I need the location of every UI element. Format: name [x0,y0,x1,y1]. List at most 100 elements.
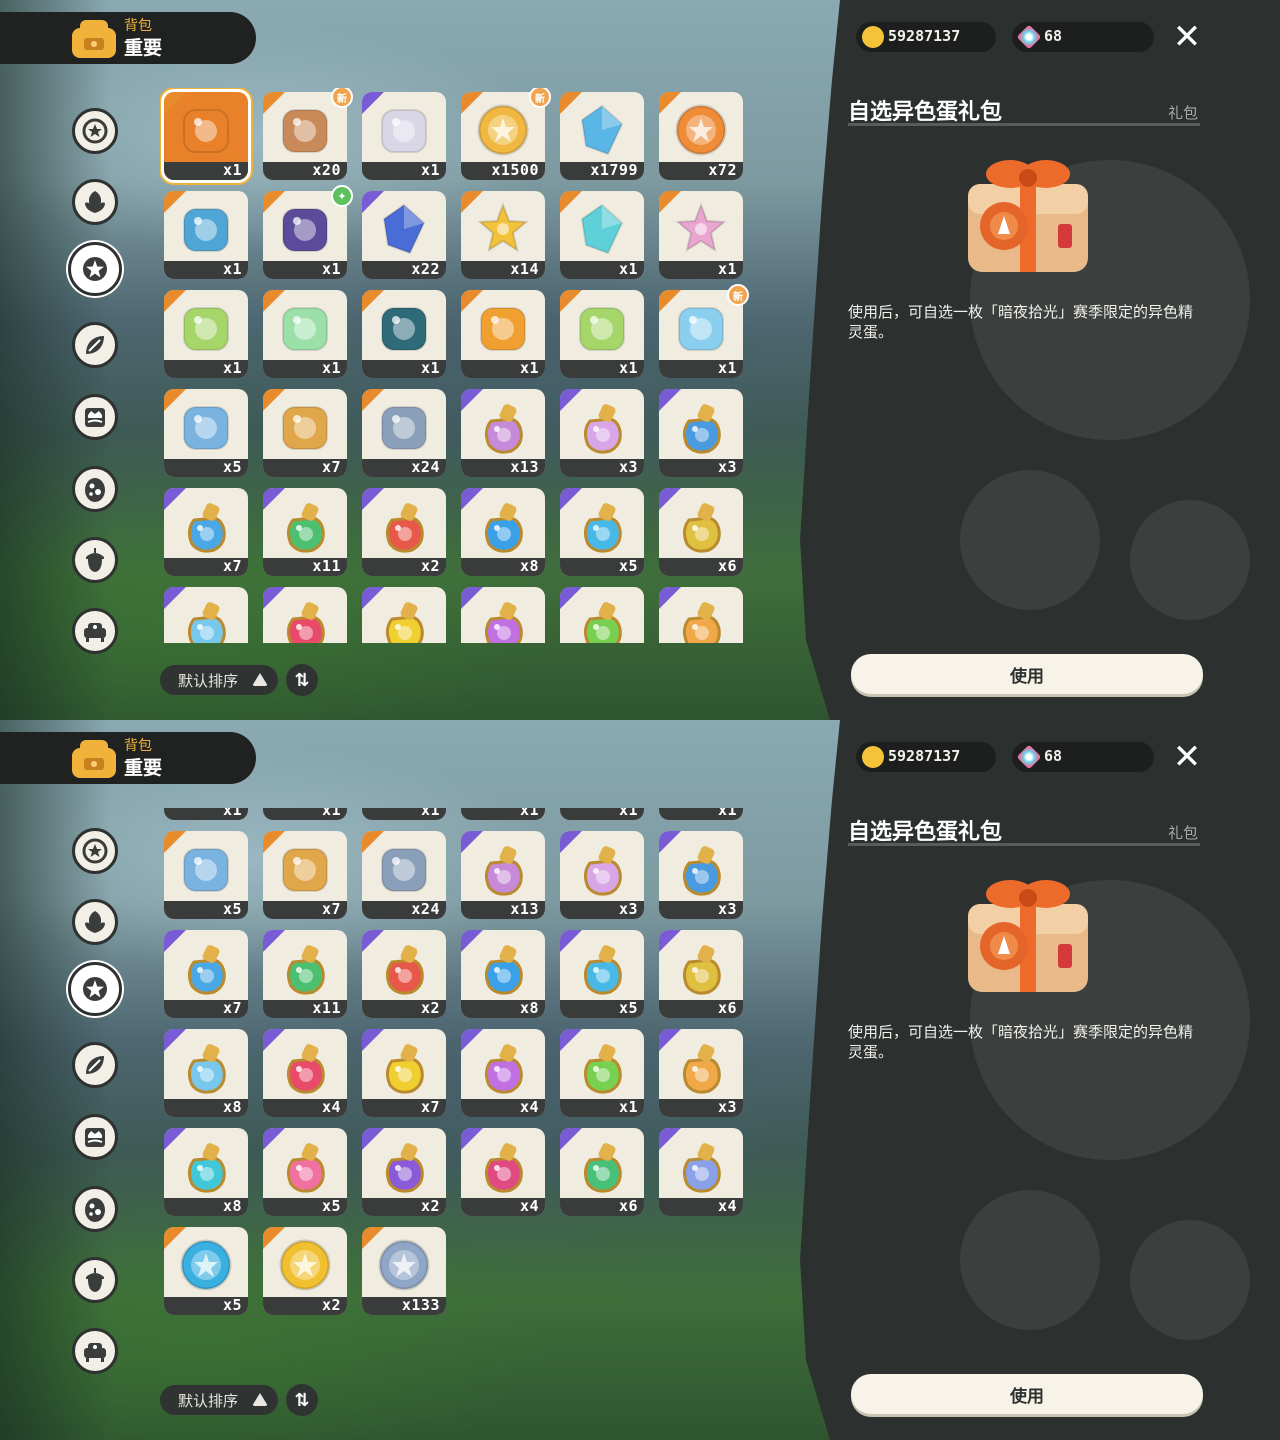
item-slot[interactable]: x4 [461,1029,545,1117]
item-slot[interactable]: x13 [461,831,545,919]
category-tab-3[interactable] [68,962,122,1016]
item-slot[interactable]: x1 [362,290,446,378]
sort-order-button[interactable]: ⇅ [286,664,318,696]
item-slot[interactable]: x3 [659,831,743,919]
category-tab-6[interactable] [72,466,118,512]
category-tab-5[interactable] [72,394,118,440]
item-slot[interactable]: x5 [560,488,644,576]
item-slot[interactable]: x4 [263,587,347,643]
category-tab-7[interactable] [72,537,118,583]
item-slot[interactable]: x24 [362,389,446,477]
category-tab-8[interactable] [72,1328,118,1374]
item-slot[interactable]: x1 [659,808,743,820]
item-slot[interactable]: x14 [461,191,545,279]
item-slot[interactable]: x1 [461,808,545,820]
item-slot[interactable]: x5 [263,1128,347,1216]
item-slot[interactable]: x1 [263,808,347,820]
category-tab-8[interactable] [72,608,118,654]
item-slot[interactable]: x5 [164,1227,248,1315]
category-tab-4[interactable] [72,1042,118,1088]
close-icon: ✕ [1172,17,1202,57]
item-slot[interactable]: x6 [659,488,743,576]
gem-icon [1016,24,1042,50]
item-slot[interactable]: x4 [461,587,545,643]
gem-amount: 68 [1044,27,1063,45]
category-tab-3[interactable] [68,242,122,296]
item-slot[interactable]: x8 [461,488,545,576]
item-slot[interactable]: x3 [659,389,743,477]
item-slot[interactable]: x5 [560,930,644,1018]
item-slot[interactable]: x13 [461,389,545,477]
sort-dropdown[interactable]: 默认排序 [160,665,278,695]
new-badge: 新 [529,88,551,108]
item-slot[interactable]: x8 [164,587,248,643]
item-slot[interactable]: x8 [461,930,545,1018]
item-slot[interactable]: x4 [263,1029,347,1117]
category-tab-5[interactable] [72,1114,118,1160]
item-slot[interactable]: x2 [362,930,446,1018]
category-tab-1[interactable] [72,828,118,874]
item-slot[interactable]: x22 [362,191,446,279]
item-slot[interactable]: x1 [560,1029,644,1117]
item-slot[interactable]: x2 [263,1227,347,1315]
use-button[interactable]: 使用 [851,654,1203,694]
category-tab-7[interactable] [72,1257,118,1303]
category-tab-1[interactable] [72,108,118,154]
item-slot[interactable]: x7 [362,1029,446,1117]
sort-dropdown[interactable]: 默认排序 [160,1385,278,1415]
item-slot[interactable]: x1 [560,290,644,378]
item-slot[interactable]: x7 [164,488,248,576]
item-slot[interactable]: x1 [461,290,545,378]
item-slot[interactable]: x133 [362,1227,446,1315]
item-slot[interactable]: x1 [362,92,446,180]
item-quantity: x3 [618,458,638,476]
item-slot[interactable]: x5 [164,831,248,919]
item-slot[interactable]: x3 [659,1029,743,1117]
item-slot[interactable]: x3 [560,831,644,919]
item-slot[interactable]: x8 [164,1128,248,1216]
dark-potion-icon [374,1136,434,1196]
item-slot[interactable]: x1 [164,191,248,279]
item-slot[interactable]: x3 [659,587,743,643]
item-slot[interactable]: x1 [560,587,644,643]
item-slot[interactable]: x11 [263,930,347,1018]
item-slot[interactable]: x7 [164,930,248,1018]
item-slot[interactable]: x2 [362,488,446,576]
item-slot[interactable]: x72 [659,92,743,180]
item-slot[interactable]: x1 [164,92,248,180]
category-tab-2[interactable] [72,179,118,225]
item-slot[interactable]: x1 [164,808,248,820]
item-slot[interactable]: x11 [263,488,347,576]
category-tab-6[interactable] [72,1186,118,1232]
use-button[interactable]: 使用 [851,1374,1203,1414]
item-slot[interactable]: x1 [659,191,743,279]
item-slot[interactable]: x1 [560,808,644,820]
item-slot[interactable]: x6 [560,1128,644,1216]
category-tab-2[interactable] [72,899,118,945]
item-slot[interactable]: x3 [560,389,644,477]
close-button[interactable]: ✕ [1170,740,1204,774]
earth-potion-icon [671,496,731,556]
item-slot[interactable]: x5 [164,389,248,477]
close-button[interactable]: ✕ [1170,20,1204,54]
item-slot[interactable]: x6 [659,930,743,1018]
item-slot[interactable]: x4 [461,1128,545,1216]
item-slot[interactable]: x2 [362,1128,446,1216]
item-slot[interactable]: x1 [362,808,446,820]
item-slot[interactable]: x1799 [560,92,644,180]
item-slot[interactable]: x1 [164,290,248,378]
item-slot[interactable]: x1 [263,290,347,378]
coin-counter: 59287137 [856,22,996,52]
item-slot[interactable]: x1 [560,191,644,279]
item-quantity: x1 [717,808,737,819]
category-tab-4[interactable] [72,322,118,368]
item-slot[interactable]: x4 [659,1128,743,1216]
item-quantity: x1 [618,260,638,278]
star-coin-icon [671,100,731,160]
item-slot[interactable]: x24 [362,831,446,919]
item-slot[interactable]: x7 [263,389,347,477]
item-slot[interactable]: x7 [263,831,347,919]
item-slot[interactable]: x8 [164,1029,248,1117]
item-slot[interactable]: x7 [362,587,446,643]
sort-order-button[interactable]: ⇅ [286,1384,318,1416]
